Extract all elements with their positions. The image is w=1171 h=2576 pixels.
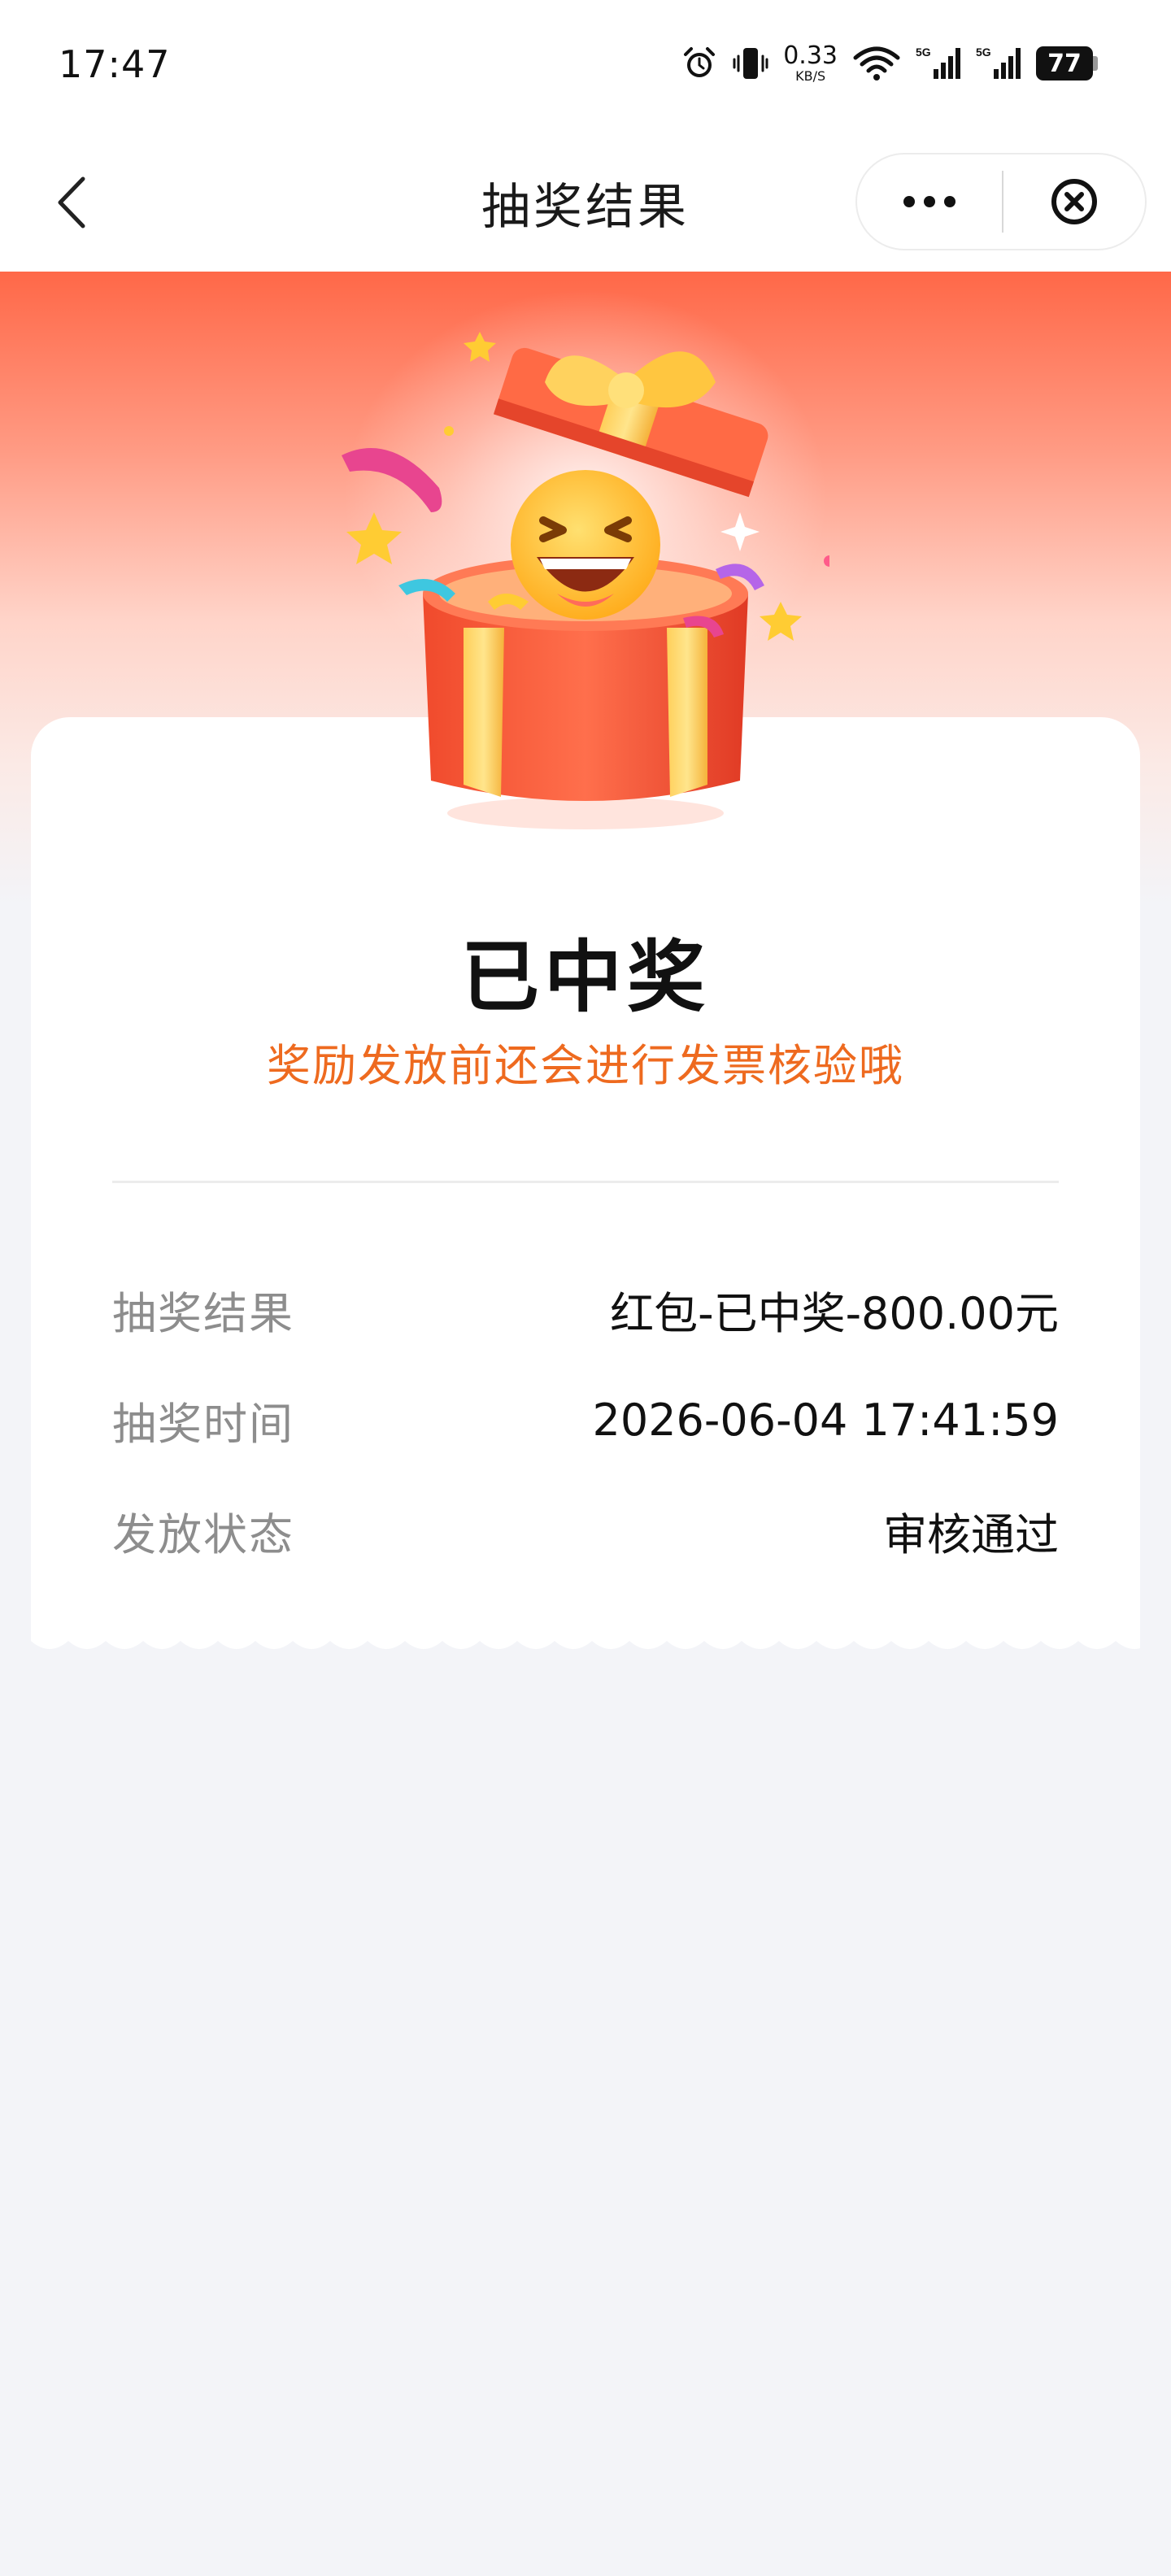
- signal-2-label: 5G: [976, 46, 991, 59]
- card-scallop-edge: [31, 1630, 1140, 1657]
- mini-program-capsule: [855, 153, 1147, 250]
- signal-5g-icon: 5G: [916, 45, 961, 82]
- more-button[interactable]: [857, 154, 1002, 249]
- battery-level: 77: [1036, 46, 1093, 80]
- nav-bar: 抽奖结果: [0, 133, 1171, 272]
- info-value-status: 审核通过: [883, 1508, 1059, 1560]
- close-button[interactable]: [1003, 154, 1145, 249]
- network-speed-value: 0.33: [783, 41, 838, 70]
- signal-5g-icon: 5G: [976, 45, 1021, 82]
- more-dots-icon: [903, 196, 956, 207]
- info-row-result: 抽奖结果 红包-已中奖-800.00元: [112, 1277, 1059, 1342]
- info-row-status: 发放状态 审核通过: [112, 1498, 1059, 1563]
- battery-icon: 77: [1036, 46, 1098, 80]
- status-time: 17:47: [59, 42, 171, 86]
- signal-1-label: 5G: [916, 46, 931, 59]
- gift-box-illustration: [342, 332, 829, 829]
- vibrate-icon: [733, 45, 768, 82]
- network-speed: 0.33 KB/S: [783, 44, 838, 83]
- result-title: 已中奖: [461, 932, 710, 1023]
- alarm-icon: [681, 45, 718, 82]
- info-label-result: 抽奖结果: [112, 1287, 294, 1339]
- card-divider: [112, 1181, 1059, 1183]
- status-bar: 17:47 0.33 KB/S 5G 5G 77: [0, 0, 1171, 133]
- info-label-time: 抽奖时间: [112, 1398, 294, 1450]
- info-label-status: 发放状态: [112, 1508, 294, 1560]
- status-icons: 0.33 KB/S 5G 5G 77: [681, 39, 1098, 88]
- info-row-time: 抽奖时间 2026-06-04 17:41:59: [112, 1387, 1059, 1452]
- close-circle-icon: [1051, 179, 1097, 224]
- network-speed-unit: KB/S: [795, 68, 826, 84]
- wifi-icon: [852, 45, 901, 82]
- info-value-time: 2026-06-04 17:41:59: [592, 1394, 1059, 1446]
- info-value-result: 红包-已中奖-800.00元: [610, 1287, 1059, 1339]
- result-subtitle: 奖励发放前还会进行发票核验哦: [267, 1040, 904, 1091]
